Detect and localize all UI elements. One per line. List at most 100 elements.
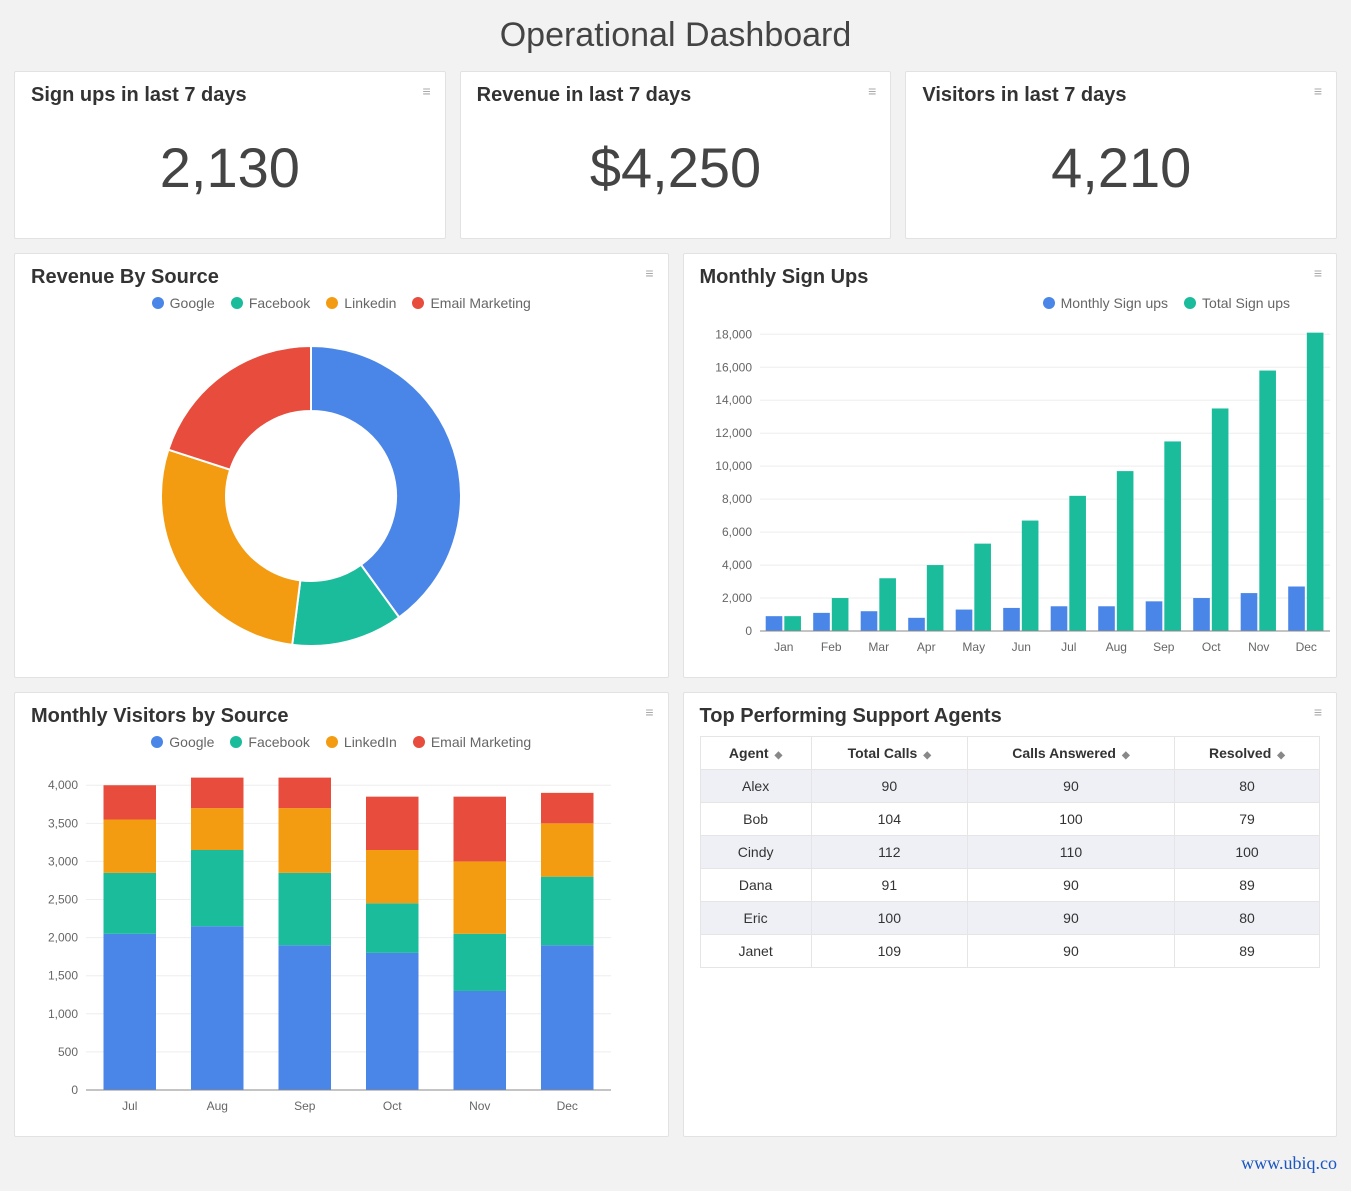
menu-icon[interactable]: ≡ [423, 84, 431, 98]
menu-icon[interactable]: ≡ [1314, 84, 1322, 98]
bar-monthly[interactable] [955, 610, 972, 631]
stack-segment[interactable] [541, 823, 594, 876]
donut-slice[interactable] [161, 450, 300, 645]
x-tick-label: Dec [557, 1099, 578, 1113]
stack-segment[interactable] [104, 934, 157, 1090]
legend-item[interactable]: LinkedIn [326, 734, 397, 750]
stack-segment[interactable] [279, 808, 332, 873]
bar-total[interactable] [1069, 496, 1086, 631]
kpi-signups-value: 2,130 [31, 135, 429, 200]
legend-label: Facebook [248, 734, 309, 750]
bar-total[interactable] [926, 565, 943, 631]
legend-item[interactable]: Facebook [231, 295, 310, 311]
legend-swatch-icon [413, 736, 425, 748]
stack-segment[interactable] [191, 850, 244, 926]
bar-monthly[interactable] [1145, 601, 1162, 631]
bar-total[interactable] [1306, 333, 1323, 631]
legend-item[interactable]: Google [152, 295, 215, 311]
stack-segment[interactable] [366, 797, 419, 850]
sort-icon: ◆ [775, 750, 783, 761]
table-row: Bob10410079 [700, 803, 1320, 836]
bar-total[interactable] [1211, 408, 1228, 631]
menu-icon[interactable]: ≡ [868, 84, 876, 98]
table-cell: Alex [700, 770, 811, 803]
x-tick-label: Jul [122, 1099, 137, 1113]
stack-segment[interactable] [366, 850, 419, 903]
chart-legend: Google Facebook Linkedin Email Marketing [31, 295, 652, 311]
bar-monthly[interactable] [1288, 586, 1305, 631]
stack-segment[interactable] [366, 953, 419, 1090]
table-cell: 100 [967, 803, 1174, 836]
bar-monthly[interactable] [1193, 598, 1210, 631]
y-tick-label: 6,000 [721, 525, 751, 539]
bar-monthly[interactable] [1098, 606, 1115, 631]
donut-chart [31, 321, 591, 661]
bar-monthly[interactable] [813, 613, 830, 631]
legend-item[interactable]: Email Marketing [412, 295, 530, 311]
legend-item[interactable]: Google [151, 734, 214, 750]
menu-icon[interactable]: ≡ [645, 266, 653, 280]
column-header[interactable]: Agent◆ [700, 737, 811, 770]
y-tick-label: 1,000 [48, 1007, 78, 1021]
x-tick-label: Oct [1201, 640, 1220, 654]
bar-monthly[interactable] [908, 618, 925, 631]
card-monthly-visitors: Monthly Visitors by Source ≡ GoogleFaceb… [14, 692, 669, 1137]
bar-total[interactable] [1164, 441, 1181, 631]
bar-total[interactable] [1259, 371, 1276, 631]
column-header[interactable]: Resolved◆ [1174, 737, 1319, 770]
stack-segment[interactable] [541, 877, 594, 946]
bar-total[interactable] [1116, 471, 1133, 631]
table-cell: 90 [967, 869, 1174, 902]
menu-icon[interactable]: ≡ [1314, 705, 1322, 719]
stack-segment[interactable] [279, 945, 332, 1090]
stack-segment[interactable] [104, 785, 157, 819]
table-cell: 80 [1174, 770, 1319, 803]
menu-icon[interactable]: ≡ [645, 705, 653, 719]
y-tick-label: 18,000 [715, 327, 752, 341]
legend-swatch-icon [326, 736, 338, 748]
legend-swatch-icon [152, 297, 164, 309]
bar-monthly[interactable] [765, 616, 782, 631]
stack-segment[interactable] [454, 861, 507, 933]
legend-item[interactable]: Facebook [230, 734, 309, 750]
bar-total[interactable] [831, 598, 848, 631]
bar-total[interactable] [784, 616, 801, 631]
bar-monthly[interactable] [1240, 593, 1257, 631]
legend-item[interactable]: Email Marketing [413, 734, 531, 750]
donut-slice[interactable] [168, 346, 311, 470]
stack-segment[interactable] [191, 926, 244, 1090]
legend-label: Email Marketing [430, 295, 530, 311]
stack-segment[interactable] [366, 903, 419, 953]
menu-icon[interactable]: ≡ [1314, 266, 1322, 280]
stack-segment[interactable] [191, 808, 244, 850]
stack-segment[interactable] [454, 797, 507, 862]
stack-segment[interactable] [541, 793, 594, 823]
stack-segment[interactable] [104, 873, 157, 934]
bar-total[interactable] [879, 578, 896, 631]
stack-segment[interactable] [541, 945, 594, 1090]
legend-item[interactable]: Linkedin [326, 295, 396, 311]
y-tick-label: 2,000 [48, 931, 78, 945]
donut-slice[interactable] [311, 346, 461, 617]
bar-total[interactable] [974, 544, 991, 631]
agents-table: Agent◆Total Calls◆Calls Answered◆Resolve… [700, 736, 1321, 968]
bar-monthly[interactable] [1050, 606, 1067, 631]
legend-swatch-icon [230, 736, 242, 748]
bar-monthly[interactable] [1003, 608, 1020, 631]
sort-icon: ◆ [923, 750, 931, 761]
table-cell: 90 [967, 770, 1174, 803]
stack-segment[interactable] [454, 991, 507, 1090]
legend-item[interactable]: Monthly Sign ups [1043, 295, 1168, 311]
stack-segment[interactable] [279, 778, 332, 808]
column-header[interactable]: Total Calls◆ [811, 737, 967, 770]
bar-total[interactable] [1021, 521, 1038, 631]
legend-swatch-icon [231, 297, 243, 309]
stack-segment[interactable] [104, 820, 157, 873]
bar-monthly[interactable] [860, 611, 877, 631]
stack-segment[interactable] [279, 873, 332, 945]
stack-segment[interactable] [191, 778, 244, 808]
legend-item[interactable]: Total Sign ups [1184, 295, 1290, 311]
table-cell: 104 [811, 803, 967, 836]
stack-segment[interactable] [454, 934, 507, 991]
column-header[interactable]: Calls Answered◆ [967, 737, 1174, 770]
